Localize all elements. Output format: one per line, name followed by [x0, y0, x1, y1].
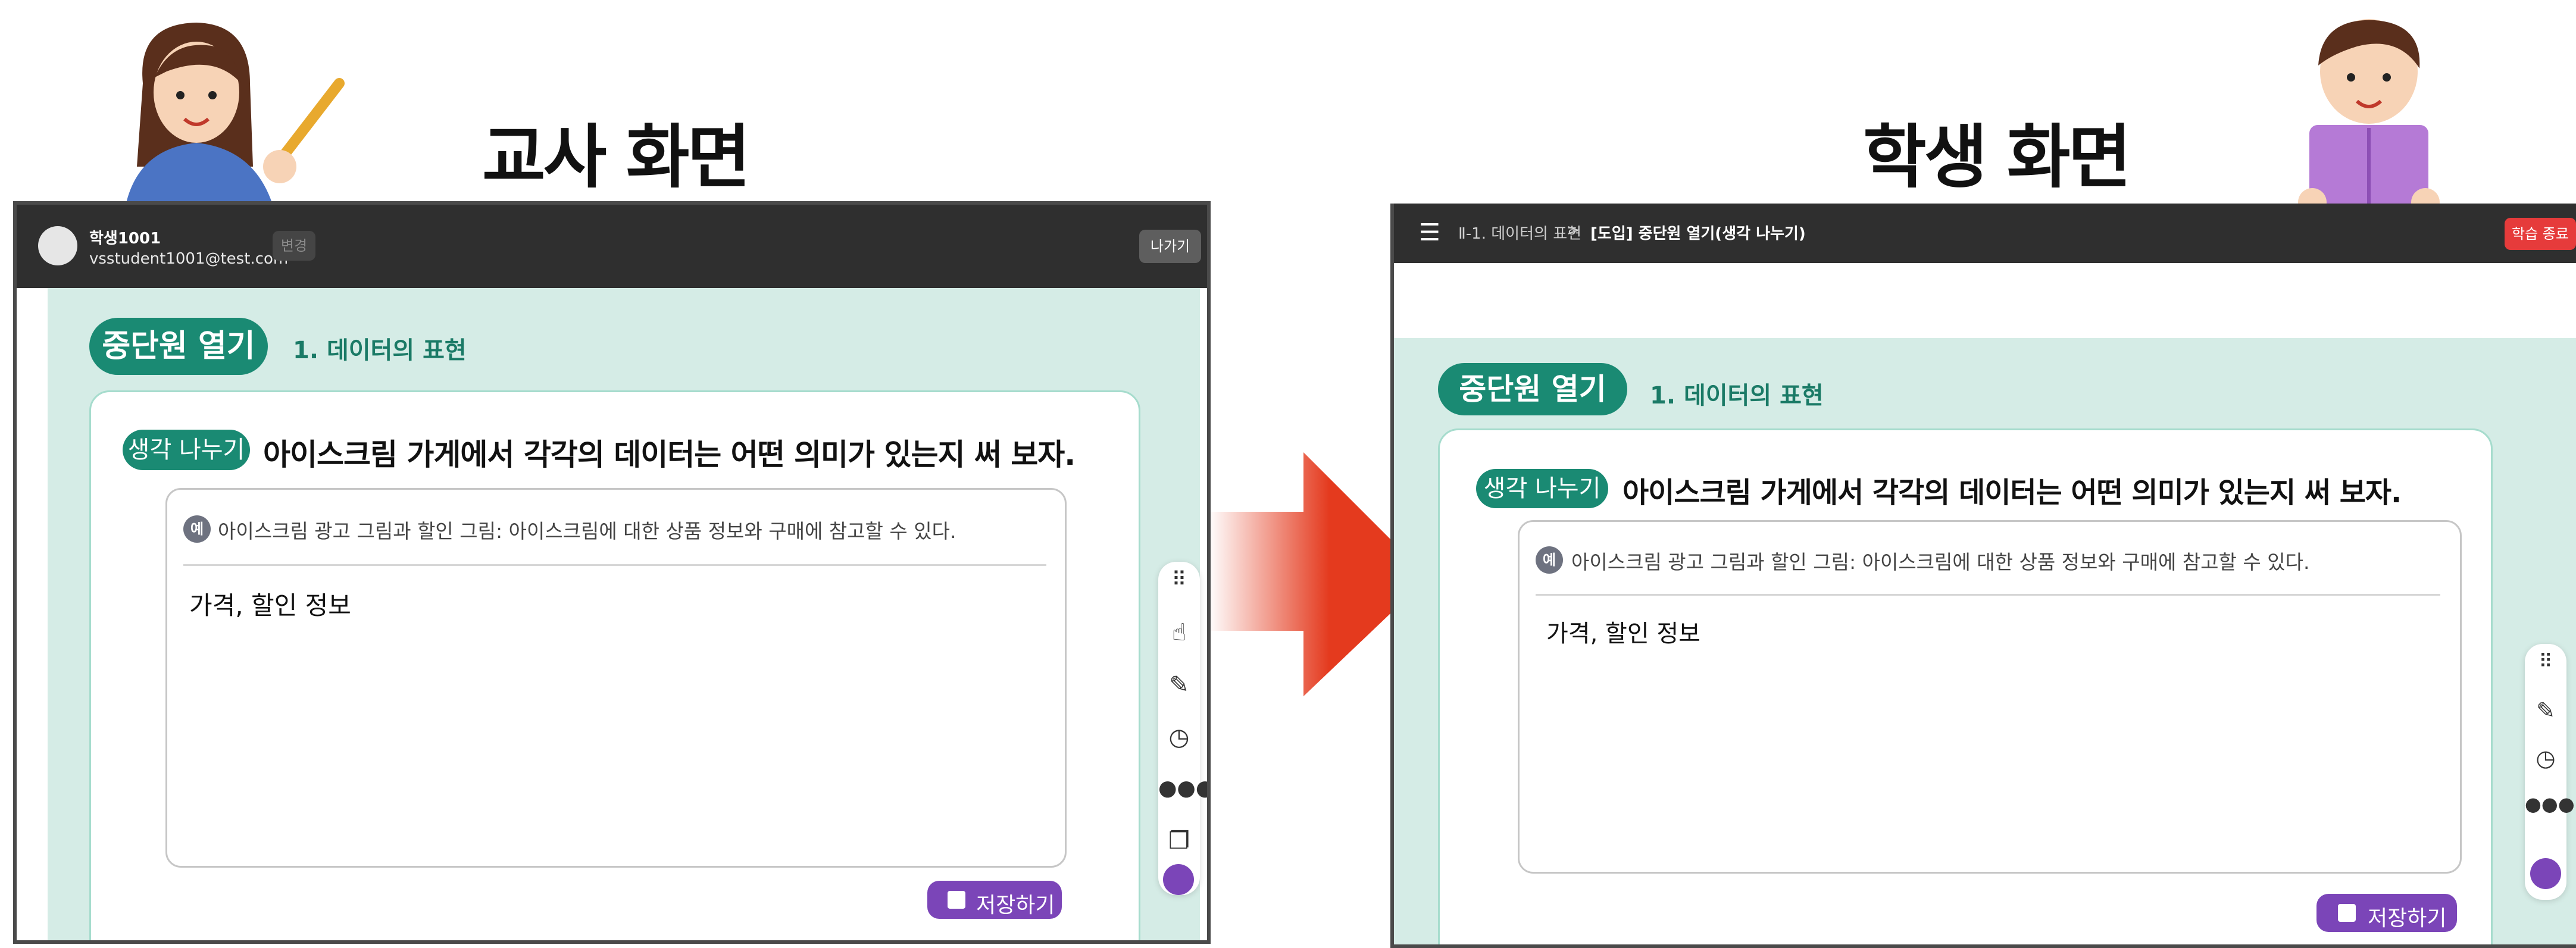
- answer-text[interactable]: 가격, 할인 정보: [189, 586, 351, 622]
- save-label: 저장하기: [976, 893, 1055, 918]
- student-screen: ☰ Ⅱ-1. 데이터의 표현 > [도입] 중단원 열기(생각 나누기) 학습 …: [1390, 204, 2576, 948]
- answer-box[interactable]: [165, 488, 1067, 868]
- unit-chip: 중단원 열기: [89, 318, 268, 375]
- hand-pointer-icon[interactable]: ☝: [1158, 619, 1200, 646]
- answer-text[interactable]: 가격, 할인 정보: [1546, 614, 1700, 649]
- timer-icon[interactable]: ◷: [1158, 724, 1200, 751]
- teacher-screen: 학생1001 vsstudent1001@test.com 변경 나가기 중단원…: [13, 201, 1211, 944]
- student-toolbar: ⠿ ✎ ◷ ●●●: [2525, 644, 2575, 900]
- chat-bubble-icon[interactable]: [1163, 864, 1194, 895]
- question-text: 아이스크림 가게에서 각각의 데이터는 어떤 의미가 있는지 써 보자.: [1622, 476, 2402, 509]
- teacher-toolbar: ⠿ ☝ ✎ ◷ ●●● ❐: [1158, 562, 1207, 895]
- avatar: [38, 226, 77, 265]
- student-topbar: ☰ Ⅱ-1. 데이터의 표현 > [도입] 중단원 열기(생각 나누기) 학습 …: [1394, 204, 2576, 263]
- change-button[interactable]: 변경: [273, 231, 315, 261]
- group-icon[interactable]: ●●●: [1158, 776, 1207, 800]
- divider: [183, 564, 1046, 566]
- exit-button[interactable]: 나가기: [1139, 230, 1201, 263]
- teacher-illustration: [125, 23, 345, 208]
- activity-tag: 생각 나누기: [1476, 469, 1608, 508]
- user-email: vsstudent1001@test.com: [89, 250, 289, 268]
- timer-icon[interactable]: ◷: [2525, 745, 2566, 771]
- copy-icon[interactable]: ❐: [1158, 827, 1200, 855]
- breadcrumb-parent[interactable]: Ⅱ-1. 데이터의 표현: [1458, 221, 1581, 243]
- user-name: 학생1001: [89, 230, 161, 248]
- breadcrumb-separator: >: [1567, 221, 1580, 239]
- example-badge: 예: [183, 515, 211, 543]
- pencil-icon[interactable]: ✎: [2525, 697, 2566, 724]
- example-badge: 예: [1536, 546, 1563, 574]
- example-text: 아이스크림 광고 그림과 할인 그림: 아이스크림에 대한 상품 정보와 구매에…: [218, 520, 956, 543]
- grip-dots-icon[interactable]: ⠿: [1158, 568, 1200, 592]
- menu-icon[interactable]: ☰: [1419, 219, 1440, 246]
- save-icon: [2338, 904, 2356, 922]
- unit-title: 1. 데이터의 표현: [1650, 382, 1824, 409]
- divider: [1536, 594, 2440, 596]
- breadcrumb-current: [도입] 중단원 열기(생각 나누기): [1590, 225, 1806, 243]
- student-screen-caption: 학생 화면: [1863, 117, 2131, 198]
- group-icon[interactable]: ●●●: [2525, 793, 2575, 815]
- teacher-topbar: 학생1001 vsstudent1001@test.com 변경 나가기: [17, 205, 1207, 288]
- save-button[interactable]: 저장하기: [927, 881, 1062, 919]
- question-text: 아이스크림 가게에서 각각의 데이터는 어떤 의미가 있는지 써 보자.: [263, 437, 1076, 472]
- save-icon: [948, 891, 965, 909]
- unit-chip: 중단원 열기: [1438, 363, 1627, 415]
- pencil-icon[interactable]: ✎: [1158, 671, 1200, 699]
- chat-bubble-icon[interactable]: [2530, 858, 2561, 889]
- grip-dots-icon[interactable]: ⠿: [2525, 650, 2566, 672]
- save-button[interactable]: 저장하기: [2316, 894, 2457, 932]
- save-label: 저장하기: [2368, 906, 2447, 931]
- teacher-screen-caption: 교사 화면: [482, 117, 751, 198]
- end-learning-button[interactable]: 학습 종료: [2505, 218, 2576, 250]
- student-illustration: [2298, 19, 2440, 214]
- unit-title: 1. 데이터의 표현: [293, 337, 467, 364]
- activity-tag: 생각 나누기: [123, 430, 250, 470]
- example-text: 아이스크림 광고 그림과 할인 그림: 아이스크림에 대한 상품 정보와 구매에…: [1571, 550, 2310, 574]
